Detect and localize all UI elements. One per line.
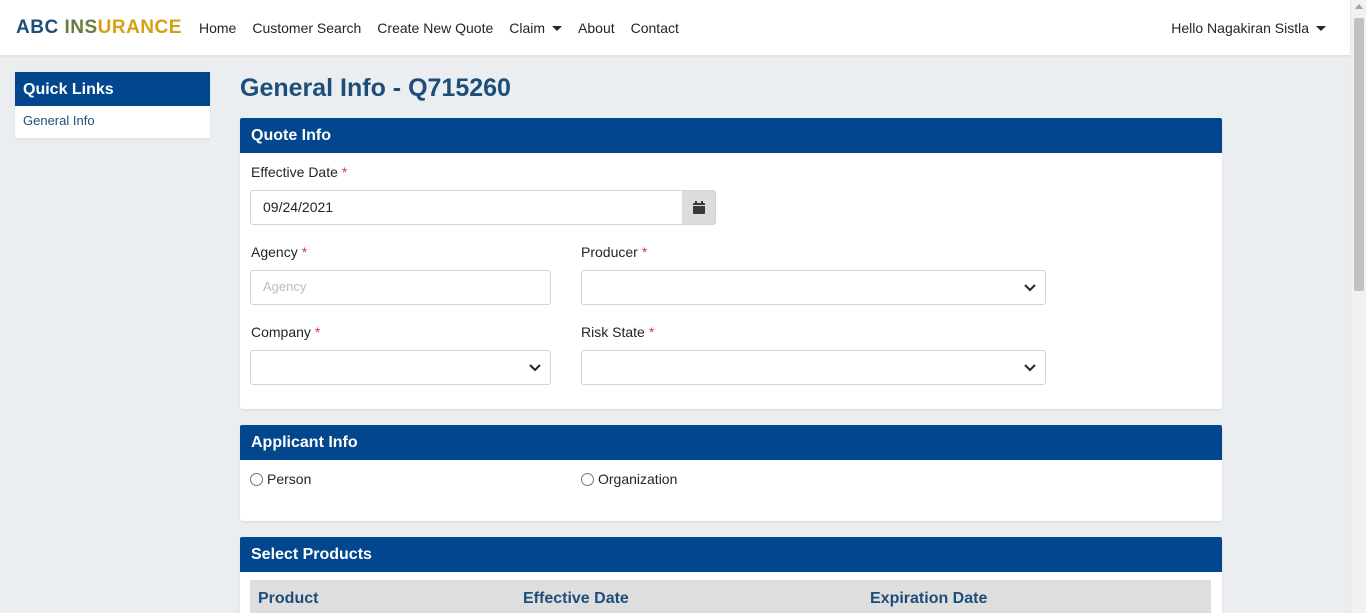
effective-date-label: Effective Date * bbox=[251, 164, 347, 180]
required-mark: * bbox=[314, 324, 321, 340]
chevron-down-icon bbox=[1024, 284, 1036, 292]
risk-state-label-text: Risk State bbox=[581, 324, 645, 340]
nav-claim-label: Claim bbox=[509, 20, 546, 36]
required-mark: * bbox=[301, 244, 308, 260]
nav-about[interactable]: About bbox=[578, 20, 615, 36]
applicant-info-card: Applicant Info Person Organization bbox=[240, 425, 1222, 521]
quote-info-card: Quote Info Effective Date * 09/24/2021 Ag… bbox=[240, 118, 1222, 409]
agency-label: Agency * bbox=[251, 244, 307, 260]
vertical-scrollbar[interactable] bbox=[1350, 0, 1366, 613]
select-products-title: Select Products bbox=[240, 537, 1222, 572]
required-mark: * bbox=[648, 324, 655, 340]
page-title: General Info - Q715260 bbox=[240, 74, 511, 102]
radio-organization[interactable]: Organization bbox=[581, 471, 677, 487]
brand-text-part3: URANCE bbox=[97, 17, 182, 38]
agency-input[interactable]: Agency bbox=[250, 270, 551, 305]
brand-text-part2: INS bbox=[64, 17, 98, 38]
nav-claim-dropdown[interactable]: Claim bbox=[509, 20, 563, 36]
quick-link-general-info[interactable]: General Info bbox=[15, 106, 210, 138]
radio-button[interactable] bbox=[581, 472, 594, 486]
caret-down-icon bbox=[1316, 25, 1326, 31]
caret-down-icon bbox=[552, 25, 563, 31]
nav-customer-search[interactable]: Customer Search bbox=[252, 20, 361, 36]
scrollbar-thumb[interactable] bbox=[1354, 18, 1364, 291]
effective-date-label-text: Effective Date bbox=[251, 164, 338, 180]
agency-label-text: Agency bbox=[251, 244, 298, 260]
risk-state-label: Risk State * bbox=[581, 324, 654, 340]
chevron-down-icon bbox=[529, 364, 541, 372]
products-table-header: Product Effective Date Expiration Date bbox=[250, 580, 1211, 613]
column-header-product: Product bbox=[258, 590, 319, 607]
quote-info-title: Quote Info bbox=[240, 118, 1222, 153]
producer-select[interactable] bbox=[581, 270, 1046, 305]
quick-links-panel: Quick Links General Info bbox=[15, 72, 210, 138]
brand-logo[interactable]: ABC INSURANCE bbox=[16, 17, 182, 39]
radio-button[interactable] bbox=[250, 472, 263, 486]
radio-person-label: Person bbox=[267, 471, 312, 487]
applicant-info-title: Applicant Info bbox=[240, 425, 1222, 460]
brand-text-part1: ABC bbox=[16, 17, 59, 38]
column-header-effective-date: Effective Date bbox=[523, 590, 629, 607]
user-greeting: Hello Nagakiran Sistla bbox=[1171, 20, 1309, 36]
nav-create-new-quote[interactable]: Create New Quote bbox=[377, 20, 493, 36]
effective-date-input[interactable]: 09/24/2021 bbox=[250, 190, 683, 225]
nav-contact[interactable]: Contact bbox=[631, 20, 679, 36]
company-label-text: Company bbox=[251, 324, 311, 340]
user-menu[interactable]: Hello Nagakiran Sistla bbox=[1171, 0, 1326, 56]
radio-organization-label: Organization bbox=[598, 471, 678, 487]
company-select[interactable] bbox=[250, 350, 551, 385]
quick-links-title: Quick Links bbox=[15, 72, 210, 106]
chevron-down-icon bbox=[1024, 364, 1036, 372]
radio-person[interactable]: Person bbox=[250, 471, 311, 487]
nav-home[interactable]: Home bbox=[199, 20, 236, 36]
producer-label-text: Producer bbox=[581, 244, 638, 260]
calendar-icon bbox=[692, 201, 705, 214]
scroll-up-arrow-icon[interactable] bbox=[1355, 4, 1363, 9]
company-label: Company * bbox=[251, 324, 320, 340]
producer-label: Producer * bbox=[581, 244, 647, 260]
risk-state-select[interactable] bbox=[581, 350, 1046, 385]
select-products-card: Select Products Product Effective Date E… bbox=[240, 537, 1222, 613]
required-mark: * bbox=[341, 164, 348, 180]
main-nav: Home Customer Search Create New Quote Cl… bbox=[199, 0, 679, 56]
column-header-expiration-date: Expiration Date bbox=[870, 590, 988, 607]
required-mark: * bbox=[641, 244, 648, 260]
calendar-button[interactable] bbox=[682, 190, 716, 225]
top-navbar: ABC INSURANCE Home Customer Search Creat… bbox=[0, 0, 1350, 56]
